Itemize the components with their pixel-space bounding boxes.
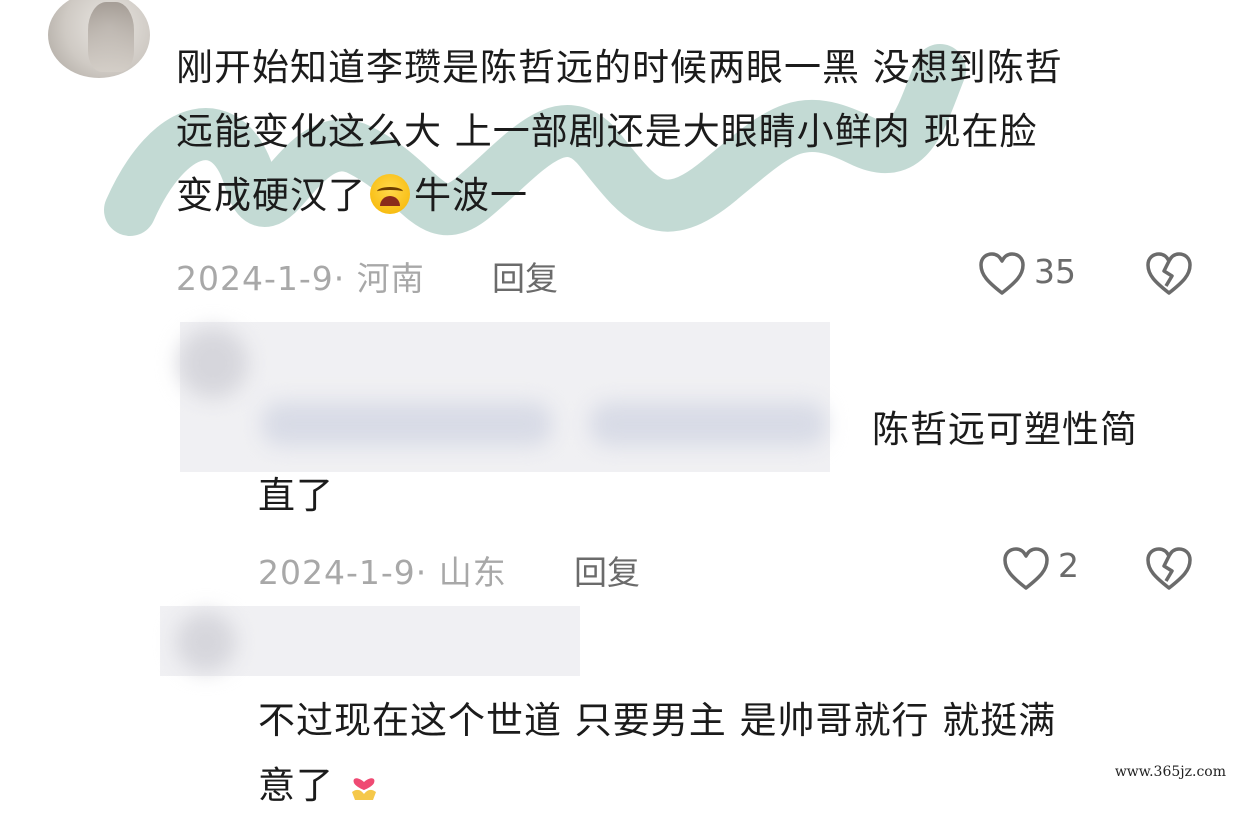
site-watermark: www.365jz.com <box>1108 762 1232 782</box>
comment-line: 刚开始知道李瓒是陈哲远的时候两眼一黑 没想到陈哲 <box>176 46 1063 89</box>
dislike-button[interactable] <box>1145 251 1193 297</box>
comment-text: 陈哲远可塑性简 <box>872 408 1138 451</box>
broken-heart-icon <box>1146 252 1192 295</box>
heart-icon <box>1003 547 1049 590</box>
comment-text: 直了 <box>258 474 334 517</box>
comment-line: 变成硬汉了 牛波一 <box>176 168 1216 224</box>
comment-text: 意了 <box>258 758 381 814</box>
heart-hands-icon <box>347 762 381 800</box>
redacted-username <box>590 402 826 446</box>
avatar[interactable] <box>176 612 236 672</box>
comment-date-location: 2024-1-9· 河南 <box>176 259 425 298</box>
dislike-button[interactable] <box>1145 546 1193 592</box>
comment-line-part: 牛波一 <box>414 174 528 217</box>
redacted-username <box>262 402 552 446</box>
broken-heart-icon <box>1146 547 1192 590</box>
like-button[interactable] <box>978 251 1026 297</box>
comment-line-part: 意了 <box>258 764 334 807</box>
avatar[interactable] <box>178 328 248 398</box>
comment-line: 远能变化这么大 上一部剧还是大眼睛小鲜肉 现在脸 <box>176 110 1038 153</box>
like-button[interactable] <box>1002 546 1050 592</box>
comment-text: 不过现在这个世道 只要男主 是帅哥就行 就挺满 <box>258 699 1057 742</box>
crying-face-icon <box>370 174 410 214</box>
reply-button[interactable]: 回复 <box>574 546 640 594</box>
redacted-user-header <box>180 322 830 472</box>
comment-date-location: 2024-1-9· 山东 <box>258 553 507 592</box>
comment-text: 刚开始知道李瓒是陈哲远的时候两眼一黑 没想到陈哲 远能变化这么大 上一部剧还是大… <box>176 40 1216 224</box>
heart-icon <box>979 252 1025 295</box>
reply-button[interactable]: 回复 <box>492 252 558 300</box>
like-count: 35 <box>1034 252 1076 291</box>
comment-line-part: 变成硬汉了 <box>176 174 366 217</box>
like-count: 2 <box>1058 546 1079 585</box>
avatar[interactable] <box>48 0 150 78</box>
